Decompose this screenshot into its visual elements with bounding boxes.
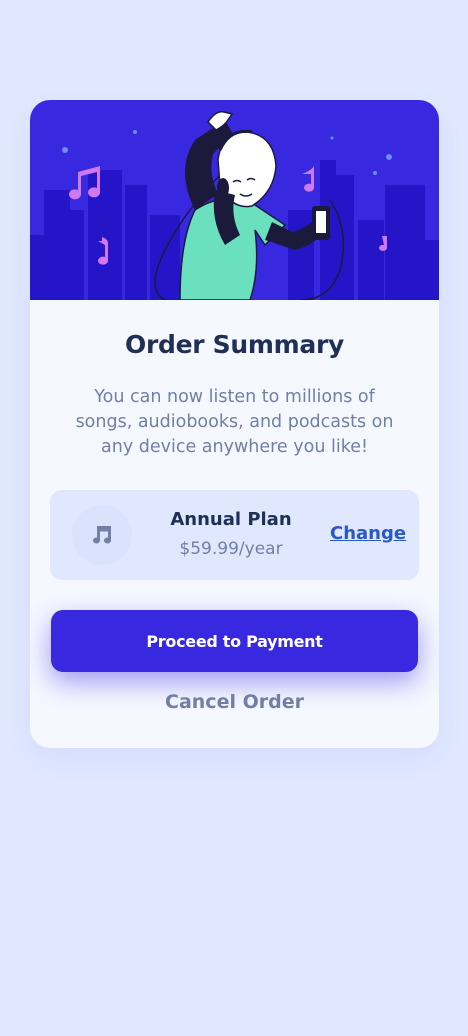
plan-price: $59.99/year <box>179 539 283 559</box>
hero-illustration <box>30 100 439 300</box>
plan-name: Annual Plan <box>170 509 292 530</box>
card-title: Order Summary <box>125 330 344 359</box>
proceed-to-payment-button[interactable]: Proceed to Payment <box>51 610 418 672</box>
plan-summary: Annual Plan $59.99/year Change <box>50 490 419 580</box>
change-plan-link[interactable]: Change <box>330 523 406 544</box>
order-summary-card: Order Summary You can now listen to mill… <box>30 100 439 748</box>
music-note-icon <box>72 505 132 565</box>
cancel-order-button[interactable]: Cancel Order <box>30 690 439 714</box>
card-description: You can now listen to millions of songs,… <box>75 387 394 457</box>
